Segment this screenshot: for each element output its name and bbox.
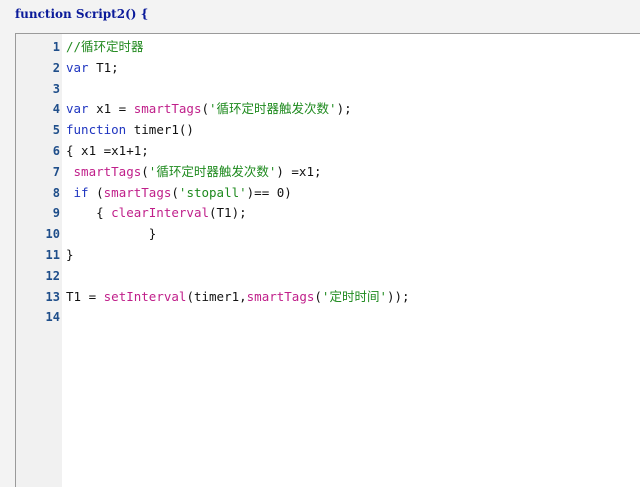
code-token: T1 = (66, 288, 104, 304)
code-line[interactable]: 13 T1 = setInterval(timer1,smartTags('定时时… (16, 287, 640, 307)
code-token: (T1); (209, 205, 247, 221)
code-text: { clearInterval(T1); (66, 203, 247, 223)
code-text: //循环定时器 (66, 37, 144, 57)
code-token: ); (336, 101, 352, 117)
code-token: smartTags (73, 163, 142, 179)
code-token: smartTags (246, 288, 315, 304)
code-text: } (66, 245, 74, 265)
code-token: ( (201, 101, 209, 117)
code-token: ( (171, 184, 179, 200)
code-line[interactable]: 1 //循环定时器 (16, 37, 640, 57)
code-token: 'stopall' (178, 184, 247, 200)
line-number: 7 (52, 164, 60, 179)
line-number: 6 (52, 144, 60, 158)
code-token: ( (88, 184, 104, 200)
code-token: )== 0) (246, 184, 292, 200)
line-number: 9 (52, 206, 60, 221)
code-line[interactable]: 3 (16, 79, 640, 99)
script-header: function Script2() { (0, 0, 640, 28)
code-token: ( (141, 163, 149, 179)
line-number: 1 (52, 40, 60, 54)
code-token: smartTags (103, 184, 172, 200)
code-text: function timer1() (66, 120, 194, 140)
line-number: 12 (45, 268, 60, 283)
code-token: '循环定时器触发次数' (209, 101, 337, 117)
code-token: timer1() (126, 122, 194, 138)
code-token: (timer1, (186, 288, 247, 304)
line-number: 11 (45, 248, 60, 262)
code-line[interactable]: 8 if (smartTags('stopall')== 0) (16, 183, 640, 203)
code-text: var x1 = smartTags('循环定时器触发次数'); (66, 99, 352, 119)
code-text: var T1; (66, 58, 119, 78)
line-number: 2 (52, 60, 60, 75)
code-token: '定时时间' (321, 288, 387, 304)
code-line[interactable]: 11} (16, 245, 640, 265)
code-line[interactable]: 6 { x1 =x1+1; (16, 141, 640, 161)
code-line[interactable]: 2 var T1; (16, 58, 640, 78)
code-token: function (66, 122, 127, 138)
code-line[interactable]: 12 (16, 266, 640, 286)
code-text: } (66, 224, 157, 244)
line-number: 8 (52, 185, 60, 200)
code-token: { (66, 205, 112, 221)
code-text: smartTags('循环定时器触发次数') =x1; (66, 162, 322, 182)
code-token: ) =x1; (276, 163, 322, 179)
code-token: ( (314, 288, 322, 304)
code-token: var (66, 59, 89, 75)
code-token: x1 = (88, 101, 134, 117)
code-line[interactable]: 10 } (16, 224, 640, 244)
code-token: setInterval (103, 288, 187, 304)
line-number: 4 (52, 102, 60, 117)
code-line[interactable]: 4 var x1 = smartTags('循环定时器触发次数'); (16, 99, 640, 119)
code-token: if (73, 184, 89, 200)
code-editor[interactable]: 1//循环定时器 2 var T1; 3 4 var x1 = smartTags('循环… (15, 33, 640, 487)
code-token: } (66, 226, 157, 242)
code-token: } (66, 247, 74, 262)
code-line[interactable]: 14 (16, 307, 640, 327)
code-token: smartTags (133, 101, 202, 117)
code-text: if (smartTags('stopall')== 0) (66, 183, 292, 203)
code-text: T1 = setInterval(timer1,smartTags('定时时间'… (66, 287, 410, 307)
line-number: 10 (45, 227, 60, 242)
line-number: 3 (52, 81, 60, 96)
line-number: 5 (52, 123, 60, 138)
code-text: { x1 =x1+1; (66, 141, 149, 161)
line-number: 13 (45, 289, 60, 304)
code-token: clearInterval (111, 205, 209, 221)
function-signature: function Script2() { (15, 7, 149, 21)
code-token: '循环定时器触发次数' (148, 163, 277, 179)
code-line[interactable]: 5 function timer1() (16, 120, 640, 140)
code-line[interactable]: 7 smartTags('循环定时器触发次数') =x1; (16, 162, 640, 182)
code-token: { x1 =x1+1; (66, 143, 149, 158)
line-number: 14 (45, 310, 60, 325)
code-token: //循环定时器 (66, 39, 144, 54)
code-token: )); (386, 288, 410, 304)
code-line[interactable]: 9 { clearInterval(T1); (16, 203, 640, 223)
code-token: var (66, 101, 89, 117)
code-token: T1; (88, 59, 119, 75)
